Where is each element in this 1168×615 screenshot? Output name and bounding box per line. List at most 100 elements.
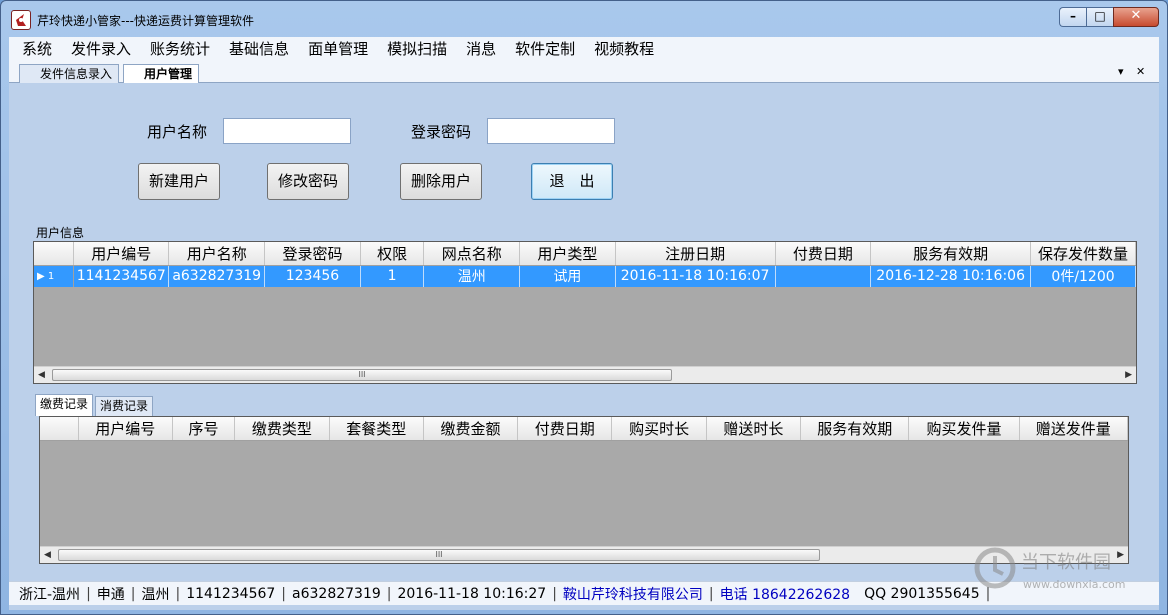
tab-dropdown-icon[interactable]: ▾ bbox=[1118, 65, 1124, 78]
menu-shipment-entry[interactable]: 发件录入 bbox=[71, 37, 131, 61]
cell-register-date[interactable]: 2016-11-18 10:16:07 bbox=[615, 265, 776, 287]
cell-login-password[interactable]: 123456 bbox=[264, 265, 361, 287]
col-package-type[interactable]: 套餐类型 bbox=[329, 417, 424, 441]
new-user-button[interactable]: 新建用户 bbox=[138, 163, 220, 200]
title-bar[interactable]: 芹玲快递小管家---快递运费计算管理软件 – □ ✕ bbox=[1, 1, 1167, 39]
change-password-button[interactable]: 修改密码 bbox=[267, 163, 349, 200]
status-phone: 电话 18642262628 bbox=[719, 586, 851, 603]
password-input[interactable] bbox=[487, 118, 615, 144]
status-separator: | bbox=[281, 585, 287, 602]
col-bonus-duration[interactable]: 赠送时长 bbox=[706, 417, 802, 441]
tab-consumption-records[interactable]: 消费记录 bbox=[95, 396, 154, 416]
col-user-id[interactable]: 用户编号 bbox=[73, 242, 170, 266]
cell-service-expiry[interactable]: 2016-12-28 10:16:06 bbox=[870, 265, 1032, 287]
tab-close-icon[interactable]: ✕ bbox=[1136, 65, 1145, 78]
window-controls: – □ ✕ bbox=[1059, 7, 1159, 29]
user-management-panel: 用户名称 登录密码 新建用户 修改密码 删除用户 退 出 用户信息 用户编号 用… bbox=[9, 84, 1159, 578]
col-bonus-shipments[interactable]: 赠送发件量 bbox=[1019, 417, 1128, 441]
window-title: 芹玲快递小管家---快递运费计算管理软件 bbox=[37, 14, 254, 28]
menu-waybill[interactable]: 面单管理 bbox=[308, 37, 368, 61]
col-register-date[interactable]: 注册日期 bbox=[615, 242, 776, 266]
menu-accounting[interactable]: 账务统计 bbox=[150, 37, 210, 61]
col-payment-amount[interactable]: 缴费金额 bbox=[423, 417, 519, 441]
delete-user-button[interactable]: 删除用户 bbox=[400, 163, 482, 200]
status-region: 浙江-温州 bbox=[19, 586, 81, 603]
table-row[interactable]: ▶ 1 1141234567 a632827319 123456 1 温州 试用… bbox=[34, 265, 1136, 287]
status-separator: | bbox=[130, 585, 136, 602]
cell-saved-shipments[interactable]: 0件/1200 bbox=[1030, 265, 1136, 287]
cell-permission[interactable]: 1 bbox=[360, 265, 425, 287]
payment-grid-hscrollbar[interactable]: ◀ III ▶ bbox=[40, 546, 1128, 563]
maximize-button[interactable]: □ bbox=[1086, 7, 1113, 27]
minimize-button[interactable]: – bbox=[1059, 7, 1086, 27]
menu-scan-sim[interactable]: 模拟扫描 bbox=[387, 37, 447, 61]
close-button[interactable]: ✕ bbox=[1113, 7, 1159, 27]
col-branch-name[interactable]: 网点名称 bbox=[423, 242, 521, 266]
user-table: 用户编号 用户名称 登录密码 权限 网点名称 用户类型 注册日期 付费日期 服务… bbox=[34, 242, 1136, 287]
menu-messages[interactable]: 消息 bbox=[466, 37, 496, 61]
header-corner bbox=[34, 242, 75, 266]
status-qq: QQ 2901355645 bbox=[864, 585, 980, 602]
scroll-thumb[interactable]: III bbox=[52, 369, 672, 381]
status-separator: | bbox=[708, 585, 714, 602]
status-company: 鞍山芹玲科技有限公司 bbox=[562, 586, 703, 603]
client-area: 系统 发件录入 账务统计 基础信息 面单管理 模拟扫描 消息 软件定制 视频教程… bbox=[9, 37, 1159, 610]
col-user-id[interactable]: 用户编号 bbox=[78, 417, 173, 441]
row-indicator[interactable]: ▶ 1 bbox=[34, 265, 75, 287]
user-grid-hscrollbar[interactable]: ◀ III ▶ bbox=[34, 366, 1136, 383]
col-login-password[interactable]: 登录密码 bbox=[264, 242, 361, 266]
col-payment-date[interactable]: 付费日期 bbox=[517, 417, 613, 441]
col-user-name[interactable]: 用户名称 bbox=[168, 242, 266, 266]
col-purchase-duration[interactable]: 购买时长 bbox=[611, 417, 707, 441]
status-separator: | bbox=[552, 585, 557, 602]
tab-shipment-entry[interactable]: 发件信息录入 bbox=[19, 64, 120, 83]
scroll-left-icon[interactable]: ◀ bbox=[44, 550, 51, 560]
status-login-time: 2016-11-18 10:16:27 bbox=[397, 585, 547, 602]
cell-payment-date[interactable] bbox=[775, 265, 872, 287]
menu-basic-info[interactable]: 基础信息 bbox=[229, 37, 289, 61]
scroll-right-icon[interactable]: ▶ bbox=[1125, 370, 1132, 380]
cell-user-type[interactable]: 试用 bbox=[519, 265, 616, 287]
status-separator: | bbox=[386, 585, 392, 602]
status-city: 温州 bbox=[141, 586, 170, 603]
status-bar: 浙江-温州 | 申通 | 温州 | 1141234567 | a63282731… bbox=[9, 581, 1159, 605]
maximize-icon: □ bbox=[1094, 9, 1106, 23]
col-saved-shipments[interactable]: 保存发件数量 bbox=[1030, 242, 1136, 266]
scroll-right-icon[interactable]: ▶ bbox=[1117, 550, 1124, 560]
col-seq-no[interactable]: 序号 bbox=[172, 417, 236, 441]
menu-custom[interactable]: 软件定制 bbox=[515, 37, 575, 61]
scroll-thumb[interactable]: III bbox=[58, 549, 820, 561]
username-label: 用户名称 bbox=[147, 123, 208, 141]
col-payment-date[interactable]: 付费日期 bbox=[775, 242, 872, 266]
status-separator: | bbox=[175, 585, 181, 602]
menu-bar: 系统 发件录入 账务统计 基础信息 面单管理 模拟扫描 消息 软件定制 视频教程 bbox=[9, 37, 1159, 61]
col-service-expiry[interactable]: 服务有效期 bbox=[800, 417, 910, 441]
col-user-type[interactable]: 用户类型 bbox=[519, 242, 616, 266]
tab-payment-records[interactable]: 缴费记录 bbox=[35, 394, 94, 416]
app-window: 芹玲快递小管家---快递运费计算管理软件 – □ ✕ 系统 发件录入 账务统计 … bbox=[0, 0, 1168, 615]
menu-video[interactable]: 视频教程 bbox=[594, 37, 654, 61]
cell-user-id[interactable]: 1141234567 bbox=[73, 265, 170, 287]
scroll-left-icon[interactable]: ◀ bbox=[38, 370, 45, 380]
status-user-name: a632827319 bbox=[292, 585, 381, 602]
user-table-header: 用户编号 用户名称 登录密码 权限 网点名称 用户类型 注册日期 付费日期 服务… bbox=[34, 242, 1136, 266]
col-service-expiry[interactable]: 服务有效期 bbox=[870, 242, 1032, 266]
username-input[interactable] bbox=[223, 118, 351, 144]
cell-user-name[interactable]: a632827319 bbox=[168, 265, 266, 287]
password-label: 登录密码 bbox=[411, 123, 472, 141]
minimize-icon: – bbox=[1070, 9, 1076, 23]
col-purchased-shipments[interactable]: 购买发件量 bbox=[908, 417, 1020, 441]
document-tab-strip: 发件信息录入 用户管理 ▾ ✕ bbox=[9, 61, 1159, 83]
menu-system[interactable]: 系统 bbox=[22, 37, 52, 61]
tab-user-management[interactable]: 用户管理 bbox=[123, 64, 200, 83]
cell-branch-name[interactable]: 温州 bbox=[423, 265, 521, 287]
close-icon: ✕ bbox=[1130, 8, 1142, 23]
col-permission[interactable]: 权限 bbox=[360, 242, 425, 266]
payment-grid[interactable]: 用户编号 序号 缴费类型 套餐类型 缴费金额 付费日期 购买时长 赠送时长 服务… bbox=[39, 416, 1129, 564]
header-corner bbox=[40, 417, 79, 441]
user-grid[interactable]: 用户编号 用户名称 登录密码 权限 网点名称 用户类型 注册日期 付费日期 服务… bbox=[33, 241, 1137, 384]
col-payment-type[interactable]: 缴费类型 bbox=[234, 417, 330, 441]
status-separator: | bbox=[86, 585, 91, 602]
exit-button[interactable]: 退 出 bbox=[531, 163, 613, 200]
status-separator: | bbox=[985, 585, 991, 602]
